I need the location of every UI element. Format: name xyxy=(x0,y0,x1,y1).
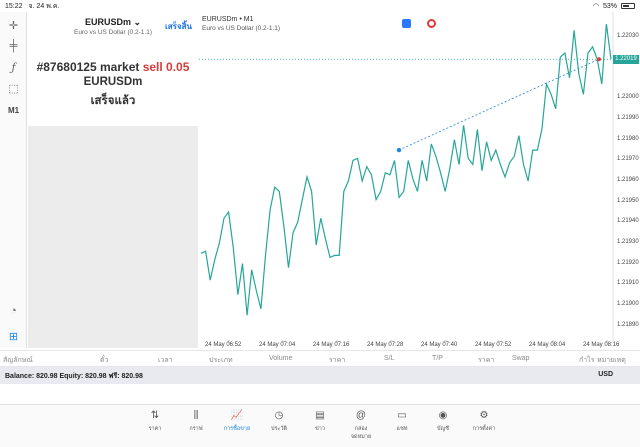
order-open-marker xyxy=(396,147,402,153)
x-tick-label: 24 May 08:16 xyxy=(583,342,620,348)
x-tick-label: 24 May 07:28 xyxy=(367,342,404,348)
chart-canvas xyxy=(199,12,614,343)
order-close-marker xyxy=(597,57,601,62)
y-tick-label: 1.21930 xyxy=(617,238,639,245)
chevron-down-icon: ⌄ xyxy=(133,17,142,27)
battery-percent: 53% xyxy=(602,2,617,10)
x-tick-label: 24 May 07:52 xyxy=(475,342,512,348)
tab-label: การตั้งค่า xyxy=(472,426,496,432)
tab-5[interactable]: @ กล่องจดหมาย xyxy=(346,409,376,441)
column-header[interactable]: เวลา xyxy=(158,355,173,366)
tab-icon: ▤ xyxy=(315,410,325,421)
column-header[interactable]: ตั๋ว xyxy=(100,355,108,366)
symbol-name: EURUSDm xyxy=(84,17,131,27)
tab-label: กล่องจดหมาย xyxy=(350,426,372,440)
order-side: sell 0.05 xyxy=(142,60,190,74)
tab-icon: ◷ xyxy=(274,410,284,421)
status-date: จ. 24 พ.ค. xyxy=(28,2,60,10)
tab-icon: @ xyxy=(355,410,367,421)
column-header[interactable]: หมายเหตุ xyxy=(597,355,626,366)
y-tick-label: 1.22030 xyxy=(617,32,639,39)
tab-7[interactable]: ◉ บัญชี xyxy=(428,409,458,433)
y-tick-label: 1.21970 xyxy=(617,156,639,163)
order-symbol: EURUSDm xyxy=(83,76,143,88)
order-id: #87680125 xyxy=(36,60,97,74)
x-tick-label: 24 May 07:04 xyxy=(259,342,296,348)
wifi-icon: ◠ xyxy=(592,3,599,10)
y-tick-label: 1.21910 xyxy=(617,280,639,287)
price-chart[interactable]: EURUSDm • M1 Euro vs US Dollar (0.2-1.1)… xyxy=(199,12,640,348)
y-tick-label: 1.22000 xyxy=(617,94,639,101)
y-tick-label: 1.21960 xyxy=(617,177,639,184)
tab-icon: ▭ xyxy=(397,410,407,421)
y-tick-label: 1.21890 xyxy=(617,321,639,328)
x-tick-label: 24 May 06:52 xyxy=(205,342,242,348)
tab-icon: ⇅ xyxy=(150,410,160,421)
column-header[interactable]: สัญลักษณ์ xyxy=(3,355,33,366)
timeframe-button[interactable]: M1 xyxy=(4,102,23,118)
tab-icon: ◉ xyxy=(438,410,448,421)
tab-label: ราคา xyxy=(148,426,162,432)
y-tick-label: 1.21980 xyxy=(617,135,639,142)
tab-label: ประวัติ xyxy=(270,426,288,432)
column-header[interactable]: กำไร xyxy=(579,355,594,366)
balance-text: Balance: 820.98 Equity: 820.98 ฟรี: 820.… xyxy=(5,373,143,380)
tab-0[interactable]: ⇅ ราคา xyxy=(140,409,170,433)
status-bar: 15:22 จ. 24 พ.ค. ◠ 53% xyxy=(0,0,640,12)
chart-settings-icon[interactable]: ◔ xyxy=(4,303,23,319)
tab-4[interactable]: ▤ ข่าว xyxy=(305,409,335,433)
tab-icon: ⚙ xyxy=(479,410,489,421)
x-tick-label: 24 May 07:40 xyxy=(421,342,458,348)
battery-icon xyxy=(621,3,635,9)
tab-8[interactable]: ⚙ การตั้งค่า xyxy=(469,409,499,433)
tab-label: ข่าว xyxy=(315,426,325,432)
indicator-icon[interactable]: ƒ xyxy=(4,59,23,75)
order-summary: #87680125 market sell 0.05 xyxy=(28,60,198,74)
order-status: เสร็จแล้ว xyxy=(90,95,136,107)
tab-icon: ⫼ xyxy=(193,410,199,421)
column-header[interactable]: S/L xyxy=(384,355,395,362)
x-tick-label: 24 May 07:16 xyxy=(313,342,350,348)
balance-row: Balance: 820.98 Equity: 820.98 ฟรี: 820.… xyxy=(0,367,640,384)
column-header[interactable]: ประเภท xyxy=(209,355,233,366)
y-tick-label: 1.21990 xyxy=(617,115,639,122)
order-panel: EURUSDm ⌄ Euro vs US Dollar (0.2-1.1) เส… xyxy=(28,12,198,348)
tab-label: แชท xyxy=(396,426,408,432)
column-header[interactable]: Volume xyxy=(269,355,292,362)
tab-icon: 📈 xyxy=(230,410,244,421)
new-order-icon[interactable]: ⊞ xyxy=(4,328,23,344)
crosshair-icon[interactable]: ✛ xyxy=(4,17,23,33)
column-header[interactable]: Swap xyxy=(512,355,530,362)
order-type: market xyxy=(100,60,140,74)
y-tick-label: 1.21940 xyxy=(617,218,639,225)
tab-3[interactable]: ◷ ประวัติ xyxy=(264,409,294,433)
bottom-tab-bar: ⇅ ราคา ⫼ กราฟ 📈 การซื้อขาย ◷ ประวัติ ▤ ข่าว @ กล่อง… xyxy=(0,404,640,447)
candlestick-icon[interactable]: ╪ xyxy=(4,38,23,54)
tab-1[interactable]: ⫼ กราฟ xyxy=(181,409,211,433)
price-series xyxy=(200,24,612,316)
y-tick-label: 1.21920 xyxy=(617,259,639,266)
column-header[interactable]: ราคา xyxy=(478,355,494,366)
column-header[interactable]: ราคา xyxy=(329,355,345,366)
objects-icon[interactable]: ⬚ xyxy=(4,80,23,96)
x-tick-label: 24 May 08:04 xyxy=(529,342,566,348)
current-price-tag: 1.22019 xyxy=(613,54,639,64)
column-header[interactable]: T/P xyxy=(432,355,443,362)
left-toolbar: ✛ ╪ ƒ ⬚ M1 ◔ ⊞ xyxy=(0,12,27,348)
tab-2[interactable]: 📈 การซื้อขาย xyxy=(222,409,252,433)
balance-currency: USD xyxy=(598,371,613,378)
tab-6[interactable]: ▭ แชท xyxy=(387,409,417,433)
y-tick-label: 1.21950 xyxy=(617,197,639,204)
status-time: 15:22 xyxy=(5,2,23,10)
tab-label: กราฟ xyxy=(189,426,203,432)
y-tick-label: 1.21900 xyxy=(617,300,639,307)
trade-columns: สัญลักษณ์ ตั๋ว เวลา ประเภท Volume ราคา S/L T/P ร… xyxy=(0,350,640,367)
order-result: EURUSDm ⌄ Euro vs US Dollar (0.2-1.1) เส… xyxy=(28,12,198,126)
done-button[interactable]: เสร็จสิ้น xyxy=(165,20,192,33)
tab-label: การซื้อขาย xyxy=(223,426,251,432)
tab-label: บัญชี xyxy=(437,426,449,432)
